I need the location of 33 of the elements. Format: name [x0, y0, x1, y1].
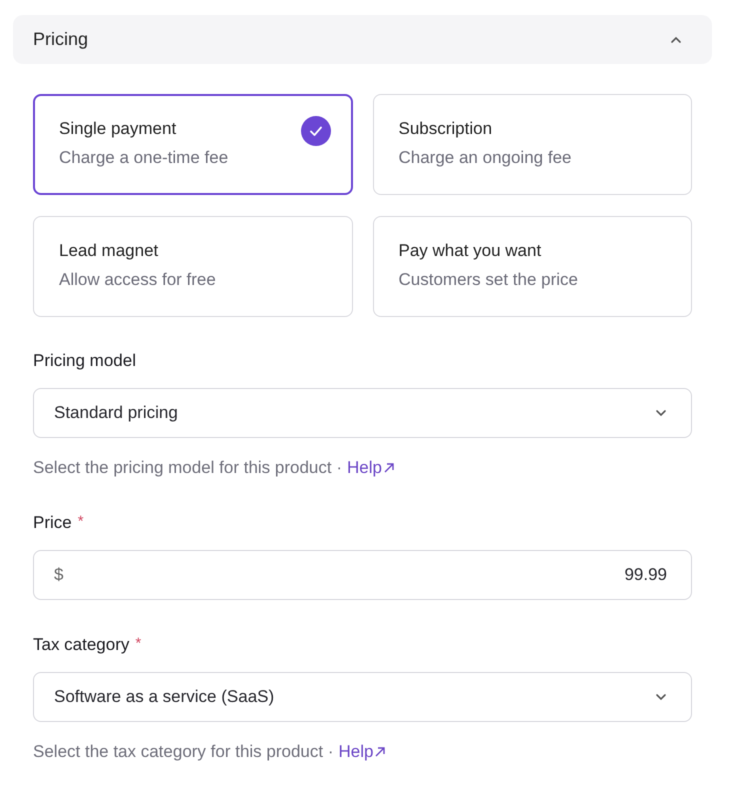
chevron-up-icon	[670, 36, 682, 44]
field-label: Pricing model	[33, 351, 136, 371]
option-card[interactable]: Pay what you want Customers set the price	[372, 216, 692, 317]
option-card[interactable]: Lead magnet Allow access for free	[33, 216, 352, 317]
option-title: Lead magnet	[59, 241, 158, 261]
option-card[interactable]: Subscription Charge an ongoing fee	[372, 94, 692, 195]
external-link-icon	[374, 746, 386, 758]
field-hint: Select the pricing model for this product ·	[33, 458, 342, 478]
required-mark: *	[135, 635, 142, 652]
select-field[interactable]: Standard pricing	[33, 388, 692, 438]
help-link[interactable]: Help	[346, 458, 395, 478]
field-hint: Select the tax category for this product ·	[33, 742, 334, 762]
chevron-down-icon	[655, 693, 667, 701]
currency-symbol: $	[54, 565, 64, 585]
option-description: Customers set the price	[398, 270, 578, 290]
option-title: Pay what you want	[398, 241, 542, 261]
section-title: Pricing	[33, 29, 88, 50]
check-icon	[300, 116, 330, 146]
section-header[interactable]: Pricing	[13, 15, 712, 64]
option-description: Charge a one-time fee	[59, 148, 228, 168]
chevron-down-icon	[655, 409, 667, 417]
price-field[interactable]: $ 99.99	[33, 550, 692, 600]
option-title: Single payment	[59, 119, 176, 139]
option-description: Charge an ongoing fee	[398, 148, 572, 168]
select-field[interactable]: Software as a service (SaaS)	[33, 672, 692, 722]
help-link[interactable]: Help	[338, 742, 386, 762]
option-title: Subscription	[398, 119, 492, 139]
option-description: Allow access for free	[59, 270, 216, 290]
field-label: Price	[33, 513, 72, 533]
option-card[interactable]: Single payment Charge a one-time fee	[33, 94, 352, 195]
field-label: Tax category	[33, 635, 130, 655]
external-link-icon	[382, 462, 395, 474]
required-mark: *	[78, 513, 84, 530]
